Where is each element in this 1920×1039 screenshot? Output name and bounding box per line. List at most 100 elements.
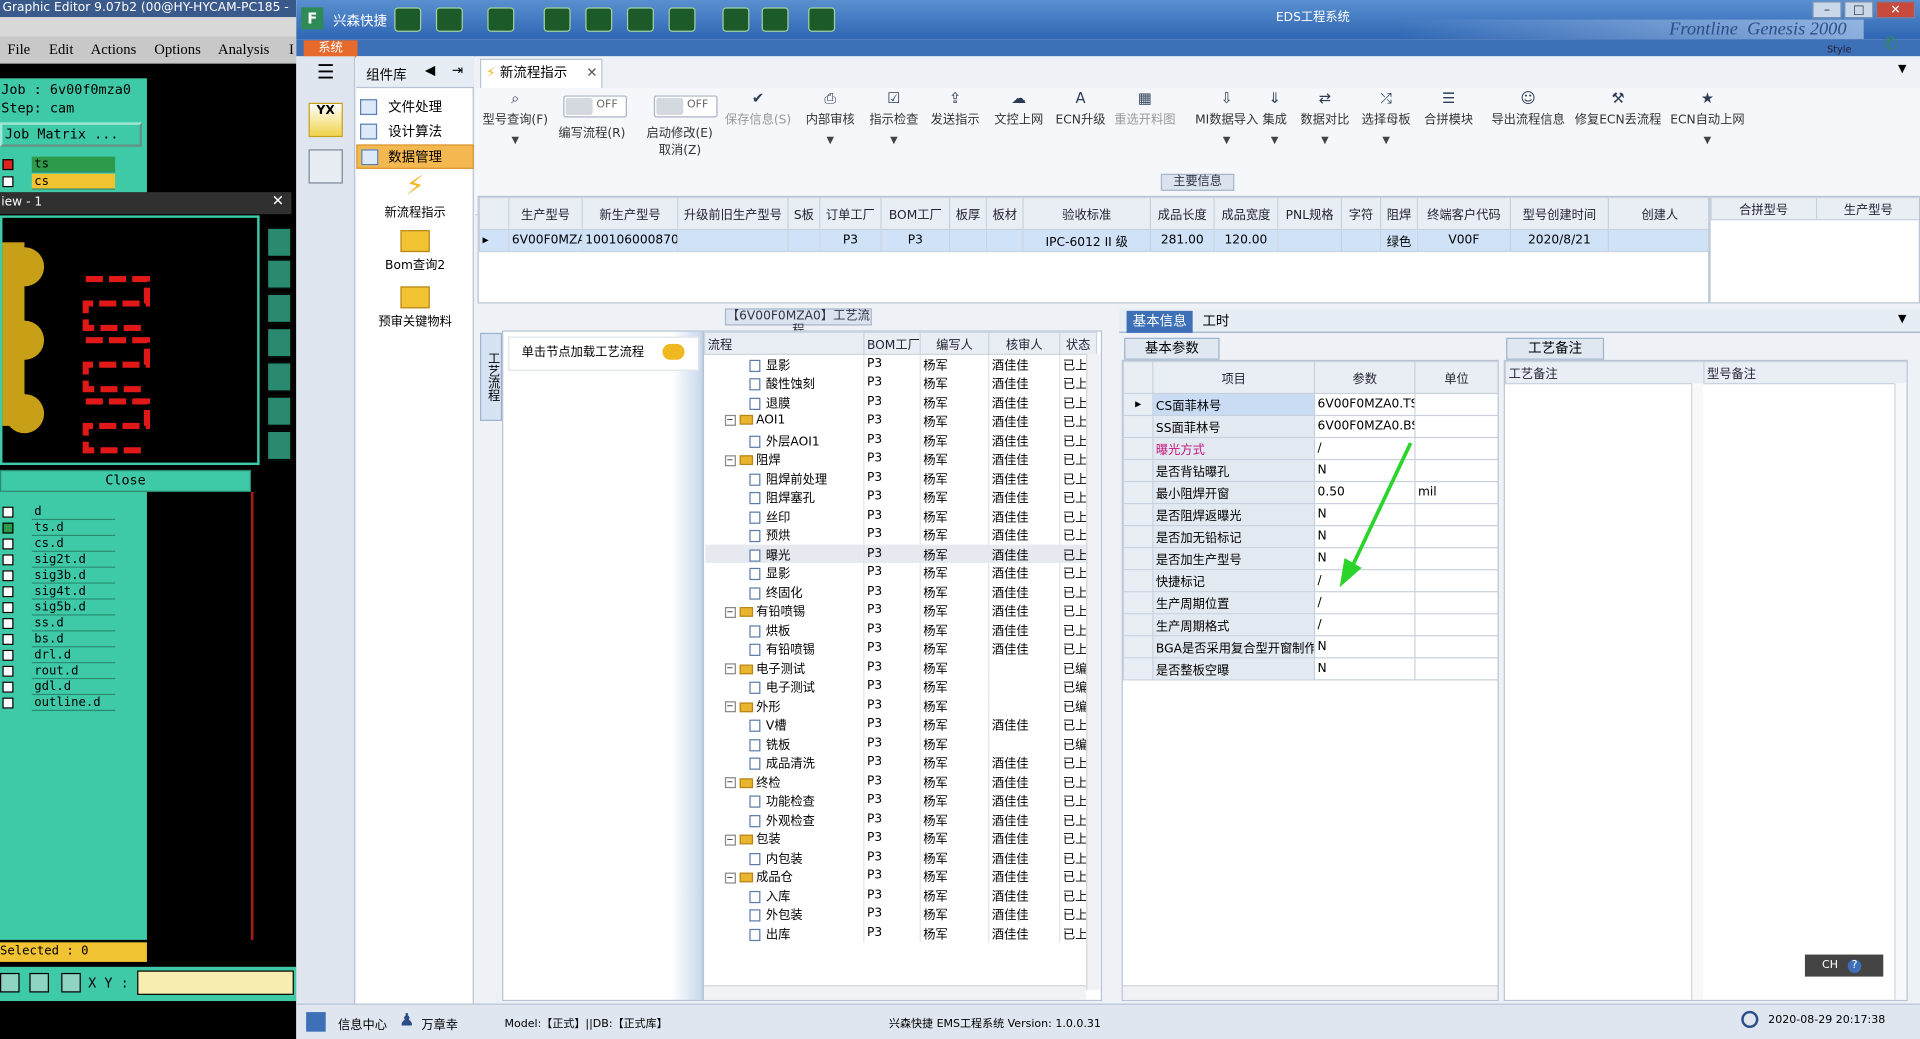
cam-measure-icon[interactable]: [29, 972, 49, 993]
cam-tool-icon-1[interactable]: [266, 227, 292, 257]
cam-close-button[interactable]: Close: [0, 469, 252, 492]
table-row[interactable]: 曝光 P3 杨军 酒佳佳 已上F: [704, 543, 1098, 563]
process-tree-hscrollbar[interactable]: [704, 985, 1087, 1000]
cam-layer-item[interactable]: gdl.d: [0, 679, 116, 696]
table-row[interactable]: 是否背钻曝孔 N: [1122, 458, 1498, 483]
collapse-icon[interactable]: −: [724, 701, 736, 713]
globe-icon[interactable]: [435, 7, 463, 32]
scissors-icon[interactable]: [543, 7, 571, 32]
phone-icon[interactable]: ✆: [1883, 34, 1903, 54]
process-col-header[interactable]: 流程: [704, 331, 865, 355]
table-row[interactable]: 阻焊塞孔 P3 杨军 酒佳佳 已上F: [704, 487, 1098, 507]
ribbon-button-4[interactable]: ☁ 文控上网: [994, 90, 1043, 127]
main-info-cell[interactable]: 10010600087039: [581, 228, 679, 253]
table-row[interactable]: − 终检 P3 杨军 酒佳佳 已上F: [704, 771, 1098, 791]
table-row[interactable]: 生产周期格式 /: [1122, 613, 1498, 637]
main-info-cell[interactable]: P3: [819, 228, 882, 253]
main-info-col-header[interactable]: 验收标准: [1022, 197, 1152, 231]
main-info-col-header[interactable]: S板: [787, 197, 821, 231]
process-node[interactable]: − 包装: [704, 828, 865, 848]
ribbon-button-12[interactable]: ☺ 导出流程信息: [1491, 90, 1564, 127]
table-row[interactable]: 外观检查 P3 杨军 酒佳佳 已上F: [704, 809, 1098, 829]
param-value[interactable]: /: [1313, 613, 1416, 637]
table-row[interactable]: 外层AOI1 P3 杨军 酒佳佳 已上F: [704, 430, 1098, 450]
table-row[interactable]: − 外形 P3 杨军 已编2: [704, 695, 1098, 715]
main-info-cell[interactable]: [787, 228, 821, 253]
main-info-col-header[interactable]: 订单工厂: [819, 197, 882, 231]
table-row[interactable]: 退膜 P3 杨军 酒佳佳 已上F: [704, 392, 1098, 412]
process-col-header[interactable]: 核审人: [988, 331, 1061, 355]
ribbon-button-5[interactable]: A ECN升级: [1056, 90, 1106, 127]
main-info-cell[interactable]: [985, 228, 1024, 253]
cam-tool-icon-4[interactable]: [266, 327, 292, 358]
cam-layer-item[interactable]: d: [0, 504, 116, 521]
tab-work-hours[interactable]: 工时: [1198, 311, 1235, 333]
main-info-cell[interactable]: 6V00F0MZA0: [508, 228, 583, 253]
pin-icon[interactable]: ⇥: [452, 62, 463, 78]
maximize-button[interactable]: □: [1844, 1, 1874, 19]
tab-new-process-indication[interactable]: ⚡ 新流程指示 ✕: [480, 58, 603, 89]
tab-close-icon[interactable]: ✕: [586, 65, 597, 81]
main-info-col-header[interactable]: 成品长度: [1149, 197, 1215, 231]
main-info-cell[interactable]: [1607, 228, 1709, 253]
pre-review-material-action[interactable]: 预审关键物料: [356, 286, 474, 329]
main-info-cell[interactable]: 281.00: [1149, 228, 1215, 253]
table-row[interactable]: 是否加无铅标记 N: [1122, 525, 1498, 549]
cam-view-close-icon[interactable]: ✕: [267, 192, 289, 212]
new-process-indication-action[interactable]: ⚡ 新流程指示: [356, 171, 474, 220]
basic-params-col-header[interactable]: 项目: [1152, 361, 1316, 395]
layer-checkbox[interactable]: [2, 633, 14, 645]
process-node[interactable]: 退膜: [704, 392, 865, 412]
cam-grid-icon[interactable]: [61, 972, 81, 993]
process-node[interactable]: 曝光: [704, 543, 865, 563]
layer-checkbox[interactable]: [2, 538, 14, 550]
table-row[interactable]: 功能检查 P3 杨军 酒佳佳 已上F: [704, 790, 1098, 810]
copy-icon[interactable]: [626, 7, 654, 32]
system-tab[interactable]: 系统: [303, 40, 358, 58]
process-node[interactable]: − 有铅喷锡: [704, 600, 865, 620]
help-icon[interactable]: ?: [1847, 959, 1862, 973]
process-node[interactable]: − 终检: [704, 771, 865, 791]
process-node[interactable]: 外观检查: [704, 809, 865, 829]
process-node[interactable]: 酸性蚀刻: [704, 373, 865, 393]
process-node[interactable]: 显影: [704, 354, 865, 374]
layer-checkbox[interactable]: [2, 586, 14, 598]
cam-menu-more[interactable]: I: [289, 40, 294, 58]
table-row[interactable]: − 电子测试 P3 杨军 已编2: [704, 657, 1098, 677]
param-value[interactable]: 6V00F0MZA0.TS: [1313, 392, 1416, 417]
ribbon-button-1[interactable]: ⎙ 内部审核 ▼: [806, 90, 855, 146]
main-info-cell[interactable]: V00F: [1416, 228, 1512, 253]
basic-params-col-header[interactable]: 单位: [1414, 361, 1498, 395]
cancel-edit-button[interactable]: 取消(Z): [659, 140, 701, 157]
main-info-cell[interactable]: [1340, 228, 1382, 253]
process-node[interactable]: 功能检查: [704, 790, 865, 810]
process-node[interactable]: 铣板: [704, 733, 865, 753]
process-node[interactable]: 成品清洗: [704, 752, 865, 772]
param-value[interactable]: /: [1313, 591, 1416, 615]
main-info-cell[interactable]: IPC-6012 II 级: [1022, 228, 1152, 253]
ribbon-button-14[interactable]: ★ ECN自动上网 ▼: [1670, 90, 1744, 146]
main-info-col-header[interactable]: 升级前旧生产型号: [677, 197, 789, 231]
layer-checkbox[interactable]: [2, 522, 14, 534]
main-info-cell[interactable]: P3: [880, 228, 951, 253]
process-side-tab[interactable]: 工艺流程: [480, 332, 503, 421]
main-info-col-header[interactable]: 生产型号: [508, 197, 583, 231]
main-info-col-header[interactable]: 新生产型号: [581, 197, 679, 231]
table-row[interactable]: SS面菲林号 6V00F0MZA0.BS: [1122, 414, 1498, 439]
table-row[interactable]: − 成品仓 P3 杨军 酒佳佳 已上F: [704, 866, 1098, 886]
cam-layer-item[interactable]: drl.d: [0, 647, 116, 664]
collapse-icon[interactable]: −: [724, 872, 736, 884]
cam-xy-input[interactable]: [137, 970, 294, 995]
layer-checkbox[interactable]: [2, 506, 14, 518]
write-process-toggle[interactable]: OFF: [563, 95, 627, 118]
table-row[interactable]: 是否加生产型号 N: [1122, 547, 1498, 571]
cam-tool-icon-6[interactable]: [266, 396, 292, 426]
main-info-cell[interactable]: [948, 228, 987, 253]
cam-tool-icon-7[interactable]: [266, 430, 292, 461]
basic-params-hscrollbar[interactable]: [1122, 985, 1498, 1000]
process-node[interactable]: V槽: [704, 714, 865, 734]
table-row[interactable]: 阻焊前处理 P3 杨军 酒佳佳 已上F: [704, 468, 1098, 488]
comp-item-design-algorithm[interactable]: 设计算法: [356, 120, 474, 144]
table-row[interactable]: BGA是否采用复合型开窗制作 N: [1122, 635, 1498, 659]
main-info-cell[interactable]: [677, 228, 789, 253]
